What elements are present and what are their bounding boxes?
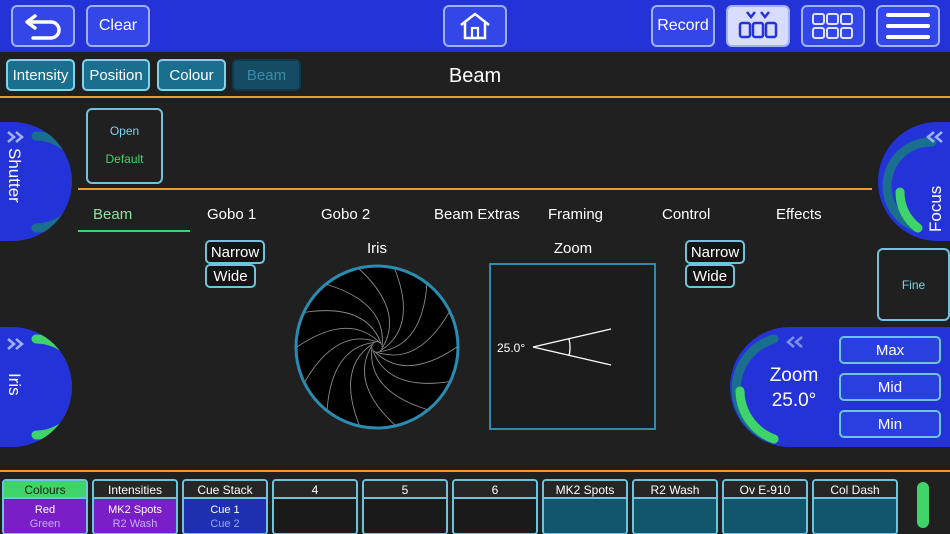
zoom-title: Zoom: [553, 240, 593, 257]
double-chevron-icon: [926, 131, 943, 143]
zoom-diagram[interactable]: 25.0°: [489, 263, 656, 430]
menu-button[interactable]: [876, 5, 940, 47]
focus-encoder[interactable]: Focus: [878, 122, 950, 241]
playback-slot[interactable]: 6: [452, 479, 538, 534]
playback-slot-title: Colours: [4, 481, 86, 499]
double-chevron-icon: [7, 131, 24, 143]
iris-encoder[interactable]: Iris: [0, 327, 72, 447]
position-button[interactable]: Position: [82, 59, 150, 91]
double-chevron-icon: [786, 336, 803, 348]
playback-slot[interactable]: Ov E-910: [722, 479, 808, 534]
playback-slot-body: [814, 499, 896, 533]
home-button[interactable]: [443, 5, 507, 47]
playback-slot[interactable]: Colours Red Green: [2, 479, 88, 534]
iris-title: Iris: [367, 240, 387, 257]
iris-diagram[interactable]: [293, 263, 461, 431]
scroll-handle[interactable]: [917, 482, 929, 528]
home-icon: [460, 12, 490, 40]
playback-slot-body: [634, 499, 716, 533]
playback-slot-title: Col Dash: [814, 481, 896, 499]
playback-slot[interactable]: Col Dash: [812, 479, 898, 534]
attribute-bar: Intensity Position Colour Beam Beam: [0, 52, 950, 98]
palette-view-button[interactable]: [726, 5, 790, 47]
playback-slot-body: [454, 499, 536, 533]
back-button[interactable]: [11, 5, 75, 47]
zoom-narrow-button[interactable]: Narrow: [685, 240, 745, 264]
zoom-min-button[interactable]: Min: [839, 410, 941, 438]
shutter-state-box[interactable]: Open Default: [86, 108, 163, 184]
focus-label: Focus: [926, 185, 945, 232]
menu-icon: [886, 13, 930, 39]
tab-control[interactable]: Control: [662, 206, 710, 223]
undo-arrow-icon: [25, 14, 61, 40]
tab-beam-extras[interactable]: Beam Extras: [434, 206, 520, 223]
playback-slot-line2: Cue 2: [210, 518, 240, 530]
playback-slot-title: 6: [454, 481, 536, 499]
playback-bar: Colours Red Green Intensities MK2 Spots R2 Wa…: [0, 470, 950, 534]
shutter-encoder[interactable]: Shutter: [0, 122, 72, 241]
record-button[interactable]: Record: [651, 5, 715, 47]
shutter-label: Shutter: [5, 148, 24, 203]
shutter-state: Open: [109, 124, 140, 138]
iris-wide-button[interactable]: Wide: [205, 264, 256, 288]
page-title: Beam: [448, 65, 502, 87]
playback-slot-line1: Red: [34, 504, 56, 516]
playback-slot-body: Cue 1 Cue 2: [184, 499, 266, 533]
playback-slot-body: Red Green: [4, 499, 86, 533]
clear-button[interactable]: Clear: [86, 5, 150, 47]
tab-gobo-1[interactable]: Gobo 1: [207, 206, 256, 223]
playback-slot-line2: R2 Wash: [112, 518, 158, 530]
playback-slot[interactable]: MK2 Spots: [542, 479, 628, 534]
top-bar: Clear Record: [0, 0, 950, 52]
playback-slot-body: MK2 Spots R2 Wash: [94, 499, 176, 533]
playback-slot-body: [724, 499, 806, 533]
zoom-max-button[interactable]: Max: [839, 336, 941, 364]
colour-button[interactable]: Colour: [157, 59, 226, 91]
beam-button[interactable]: Beam: [232, 59, 301, 91]
fine-button[interactable]: Fine: [877, 248, 950, 321]
playback-slot-title: R2 Wash: [634, 481, 716, 499]
playback-slot-body: [274, 499, 356, 533]
tab-beam[interactable]: Beam: [93, 206, 132, 223]
shutter-default: Default: [105, 152, 144, 166]
zoom-mid-button[interactable]: Mid: [839, 373, 941, 401]
playback-slot-line1: Cue 1: [210, 504, 240, 516]
grid-icon: [812, 13, 853, 39]
zoom-encoder-title: Zoom: [769, 365, 819, 386]
playback-slot-line1: MK2 Spots: [108, 504, 162, 516]
palette-grid-icon: [738, 11, 778, 39]
playback-slot-title: 4: [274, 481, 356, 499]
tab-framing[interactable]: Framing: [548, 206, 603, 223]
divider: [78, 188, 872, 190]
double-chevron-icon: [7, 338, 24, 350]
iris-encoder-label: Iris: [5, 373, 24, 396]
playback-slot[interactable]: R2 Wash: [632, 479, 718, 534]
playback-slot-title: 5: [364, 481, 446, 499]
intensity-button[interactable]: Intensity: [6, 59, 75, 91]
playback-slot-title: Intensities: [94, 481, 176, 499]
playback-slot-title: MK2 Spots: [544, 481, 626, 499]
tab-effects[interactable]: Effects: [776, 206, 822, 223]
playback-slot-body: [544, 499, 626, 533]
playback-slot-line2: Green: [29, 518, 61, 530]
playback-slot-body: [364, 499, 446, 533]
zoom-wide-button[interactable]: Wide: [685, 264, 735, 288]
zoom-encoder-value: 25.0°: [771, 390, 817, 411]
tab-gobo-2[interactable]: Gobo 2: [321, 206, 370, 223]
playback-slot[interactable]: Intensities MK2 Spots R2 Wash: [92, 479, 178, 534]
active-tab-underline: [78, 230, 190, 232]
playback-slot[interactable]: Cue Stack Cue 1 Cue 2: [182, 479, 268, 534]
playback-slot[interactable]: 5: [362, 479, 448, 534]
zoom-beam-angle: [532, 328, 612, 366]
playback-slot[interactable]: 4: [272, 479, 358, 534]
playback-slot-title: Ov E-910: [724, 481, 806, 499]
grid-view-button[interactable]: [801, 5, 865, 47]
iris-narrow-button[interactable]: Narrow: [205, 240, 265, 264]
playback-slot-title: Cue Stack: [184, 481, 266, 499]
